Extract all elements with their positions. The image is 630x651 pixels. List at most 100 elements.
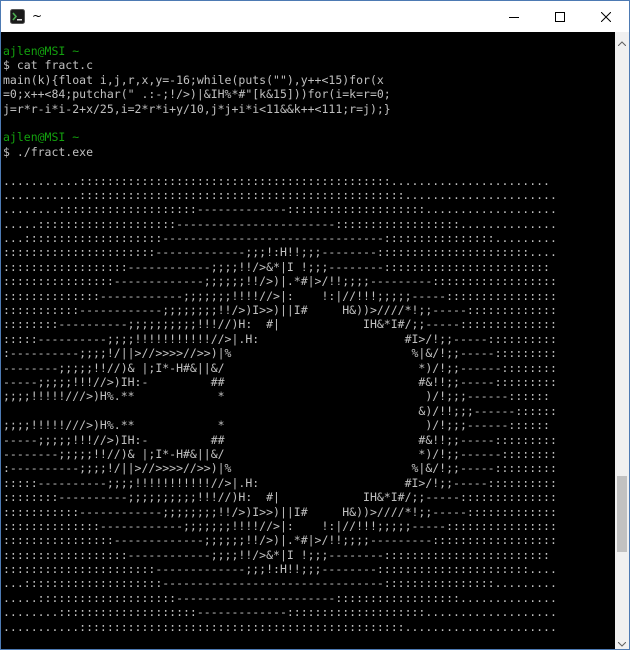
scroll-up-button[interactable]	[615, 32, 629, 48]
title-bar[interactable]: ~	[1, 1, 629, 32]
line-text: ...........:::::::::::::::::::::::::::::…	[3, 187, 557, 202]
line-text: ::::::::----------;;;;;;;;;;!!!//)H: #| …	[3, 490, 557, 505]
output-line: ::::::::----------;;;;;;;;;;!!!//)H: #| …	[3, 490, 557, 504]
line-text: :::::----------;;;;!!!!!!!!!!!//>|.H: #I…	[3, 331, 557, 346]
line-text: ::::::::::::::::::::::-------------;;;!:…	[3, 245, 557, 260]
output-line: :::::----------;;;;!!!!!!!!!!!//>|.H: #I…	[3, 476, 557, 490]
output-line: :::::::::::------------;;;;;;;;!!/>)I>>)…	[3, 303, 557, 317]
output-line: ::::::::::::::::::------------;;;;!!/>&*…	[3, 260, 557, 274]
scrollbar-thumb[interactable]	[617, 475, 627, 552]
line-text: --------;;;;;!!//)& |;I*-H#&||&/ *)/!;;-…	[3, 446, 557, 461]
prompt-line: ajlen@MSI ~	[3, 648, 557, 649]
line-text: $ ./fract.exe	[3, 144, 94, 159]
mintty-icon[interactable]	[10, 9, 25, 24]
line-text: ::::::::::::::::::::::-------------;;;!:…	[3, 562, 557, 577]
window-title: ~	[32, 9, 43, 23]
output-line: $ ./fract.exe	[3, 145, 557, 159]
output-line: .....::::::::::::::::::::---------------…	[3, 591, 557, 605]
output-line: ...::::::::::::::::::::-----------------…	[3, 231, 557, 245]
output-line: ::::::::::::::::::::::-------------;;;!:…	[3, 562, 557, 576]
output-line: -----;;;;;!!!//>)IH:- ## #&!!;;-----::::…	[3, 375, 557, 389]
close-icon	[600, 7, 612, 26]
output-line: main(k){float i,j,r,x,y=-16;while(puts("…	[3, 73, 557, 87]
output-line: &)/!!;;;------::::::	[3, 403, 557, 418]
output-line: $ cat fract.c	[3, 58, 557, 72]
output-line: ::::::::::::::------------;;;;;;;!!!!//>…	[3, 519, 557, 533]
output-line: ;;;;!!!!!///>)H%.** * )/!;;;------::::::	[3, 418, 557, 432]
line-text: $ cat fract.c	[3, 58, 94, 73]
scroll-down-button[interactable]	[615, 633, 629, 649]
line-text: ...::::::::::::::::::::-----------------…	[3, 576, 557, 591]
output-line: --------;;;;;!!//)& |;I*-H#&||&/ *)/!;;-…	[3, 447, 557, 461]
output-line: ........::::::::::::::::::::------------…	[3, 605, 557, 619]
output-line: =0;x++<84;putchar(" .:-;!/>)|&IH%*#"[k&1…	[3, 87, 557, 101]
line-text: =0;x++<84;putchar(" .:-;!/>)|&IH%*#"[k&1…	[3, 87, 391, 102]
prompt-user-host: ajlen@MSI ~	[3, 648, 79, 649]
terminal-output: ajlen@MSI ~ $ cat fract.c main(k){float i,…	[3, 44, 557, 649]
line-text: -----;;;;;!!!//>)IH:- ## #&!!;;-----::::…	[3, 432, 557, 447]
line-text: :::::::::::------------;;;;;;;;!!/>)I>>)…	[3, 303, 557, 318]
line-text: j=r*r-i*i-2+x/25,i=2*r*i+y/10,j*j+i*i<11…	[3, 101, 391, 116]
output-line: ;;;;!!!!!///>)H%.** * )/!;;;------::::::	[3, 389, 557, 403]
line-text: ;;;;!!!!!///>)H%.** * )/!;;;------::::::	[3, 418, 550, 433]
line-text: :----------;;;;!/||>//>>>>//>>)|% %|&/!;…	[3, 346, 557, 361]
line-text: :::::::::::------------;;;;;;;;!!/>)I>>)…	[3, 504, 557, 519]
chevron-down-icon	[617, 632, 627, 651]
output-line: ...........:::::::::::::::::::::::::::::…	[3, 188, 557, 202]
close-button[interactable]	[583, 1, 629, 32]
output-line: ::::::::::::::::::::::-------------;;;!:…	[3, 245, 557, 259]
output-line: ::::::::::::::::-------------;;;;;;!!/>)…	[3, 274, 557, 288]
vertical-scrollbar[interactable]	[615, 32, 629, 649]
minimize-button[interactable]	[491, 1, 537, 32]
output-line: ::::::::::::::::::------------;;;;!!/>&*…	[3, 548, 557, 562]
output-line: j=r*r-i*i-2+x/25,i=2*r*i+y/10,j*j+i*i<11…	[3, 102, 557, 116]
output-line: --------;;;;;!!//)& |;I*-H#&||&/ *)/!;;-…	[3, 361, 557, 375]
output-line: ::::::::::::::::-------------;;;;;;!!/>)…	[3, 533, 557, 547]
line-text: ........::::::::::::::::::::------------…	[3, 605, 557, 620]
line-text: ::::::::::::::------------;;;;;;;!!!!//>…	[3, 288, 557, 303]
line-text: ::::::::::::::------------;;;;;;;!!!!//>…	[3, 518, 557, 533]
output-line: ...........:::::::::::::::::::::::::::::…	[3, 174, 557, 188]
prompt-user-host: ajlen@MSI ~	[3, 130, 80, 145]
output-line: :::::----------;;;;!!!!!!!!!!!//>|.H: #I…	[3, 332, 557, 346]
output-line: ........::::::::::::::::::::------------…	[3, 202, 557, 216]
line-text: ::::::::::::::::::------------;;;;!!/>&*…	[3, 259, 550, 274]
output-line: :::::::::::------------;;;;;;;;!!/>)I>>)…	[3, 505, 557, 519]
line-text: ::::::::::::::::-------------;;;;;;!!/>)…	[3, 274, 557, 289]
terminal-content[interactable]: ajlen@MSI ~ $ cat fract.c main(k){float i,…	[1, 32, 615, 649]
line-text: ........::::::::::::::::::::------------…	[3, 202, 557, 217]
prompt-line: ajlen@MSI ~	[3, 44, 557, 58]
output-line: ...::::::::::::::::::::-----------------…	[3, 576, 557, 590]
maximize-icon	[555, 7, 565, 26]
line-text: ;;;;!!!!!///>)H%.** * )/!;;;------::::::	[3, 389, 550, 404]
line-text: ...::::::::::::::::::::-----------------…	[3, 231, 557, 246]
line-text: ...........:::::::::::::::::::::::::::::…	[3, 173, 550, 188]
line-text: :::::----------;;;;!!!!!!!!!!!//>|.H: #I…	[3, 475, 557, 490]
output-line: :----------;;;;!/||>//>>>>//>>)|% %|&/!;…	[3, 346, 557, 360]
chevron-up-icon	[617, 31, 627, 50]
line-text: :----------;;;;!/||>//>>>>//>>)|% %|&/!;…	[3, 461, 557, 476]
maximize-button[interactable]	[537, 1, 583, 32]
prompt-line: ajlen@MSI ~	[3, 130, 557, 144]
line-text: ...........:::::::::::::::::::::::::::::…	[3, 619, 557, 634]
output-line: ::::::::----------;;;;;;;;;;!!!//)H: #| …	[3, 317, 557, 331]
line-text: main(k){float i,j,r,x,y=-16;while(puts("…	[3, 72, 384, 87]
output-line: -----;;;;;!!!//>)IH:- ## #&!!;;-----::::…	[3, 433, 557, 447]
line-text: --------;;;;;!!//)& |;I*-H#&||&/ *)/!;;-…	[3, 360, 557, 375]
line-text: .....::::::::::::::::::::---------------…	[3, 590, 557, 605]
line-text: &)/!!;;;------::::::	[3, 403, 557, 418]
minimize-icon	[509, 7, 519, 26]
line-text: ::::::::----------;;;;;;;;;;!!!//)H: #| …	[3, 317, 557, 332]
line-text: ::::::::::::::::-------------;;;;;;!!/>)…	[3, 533, 557, 548]
line-text: -----;;;;;!!!//>)IH:- ## #&!!;;-----::::…	[3, 374, 557, 389]
prompt-user-host: ajlen@MSI ~	[3, 44, 80, 58]
output-line: ::::::::::::::------------;;;;;;;!!!!//>…	[3, 289, 557, 303]
line-text: .....::::::::::::::::::::---------------…	[3, 216, 557, 231]
output-line: .....::::::::::::::::::::---------------…	[3, 217, 557, 231]
output-line: ...........:::::::::::::::::::::::::::::…	[3, 620, 557, 634]
output-line: :----------;;;;!/||>//>>>>//>>)|% %|&/!;…	[3, 461, 557, 475]
terminal-window: ~ ajlen@MSI ~ $ cat fract.c main(k){float …	[0, 0, 630, 650]
